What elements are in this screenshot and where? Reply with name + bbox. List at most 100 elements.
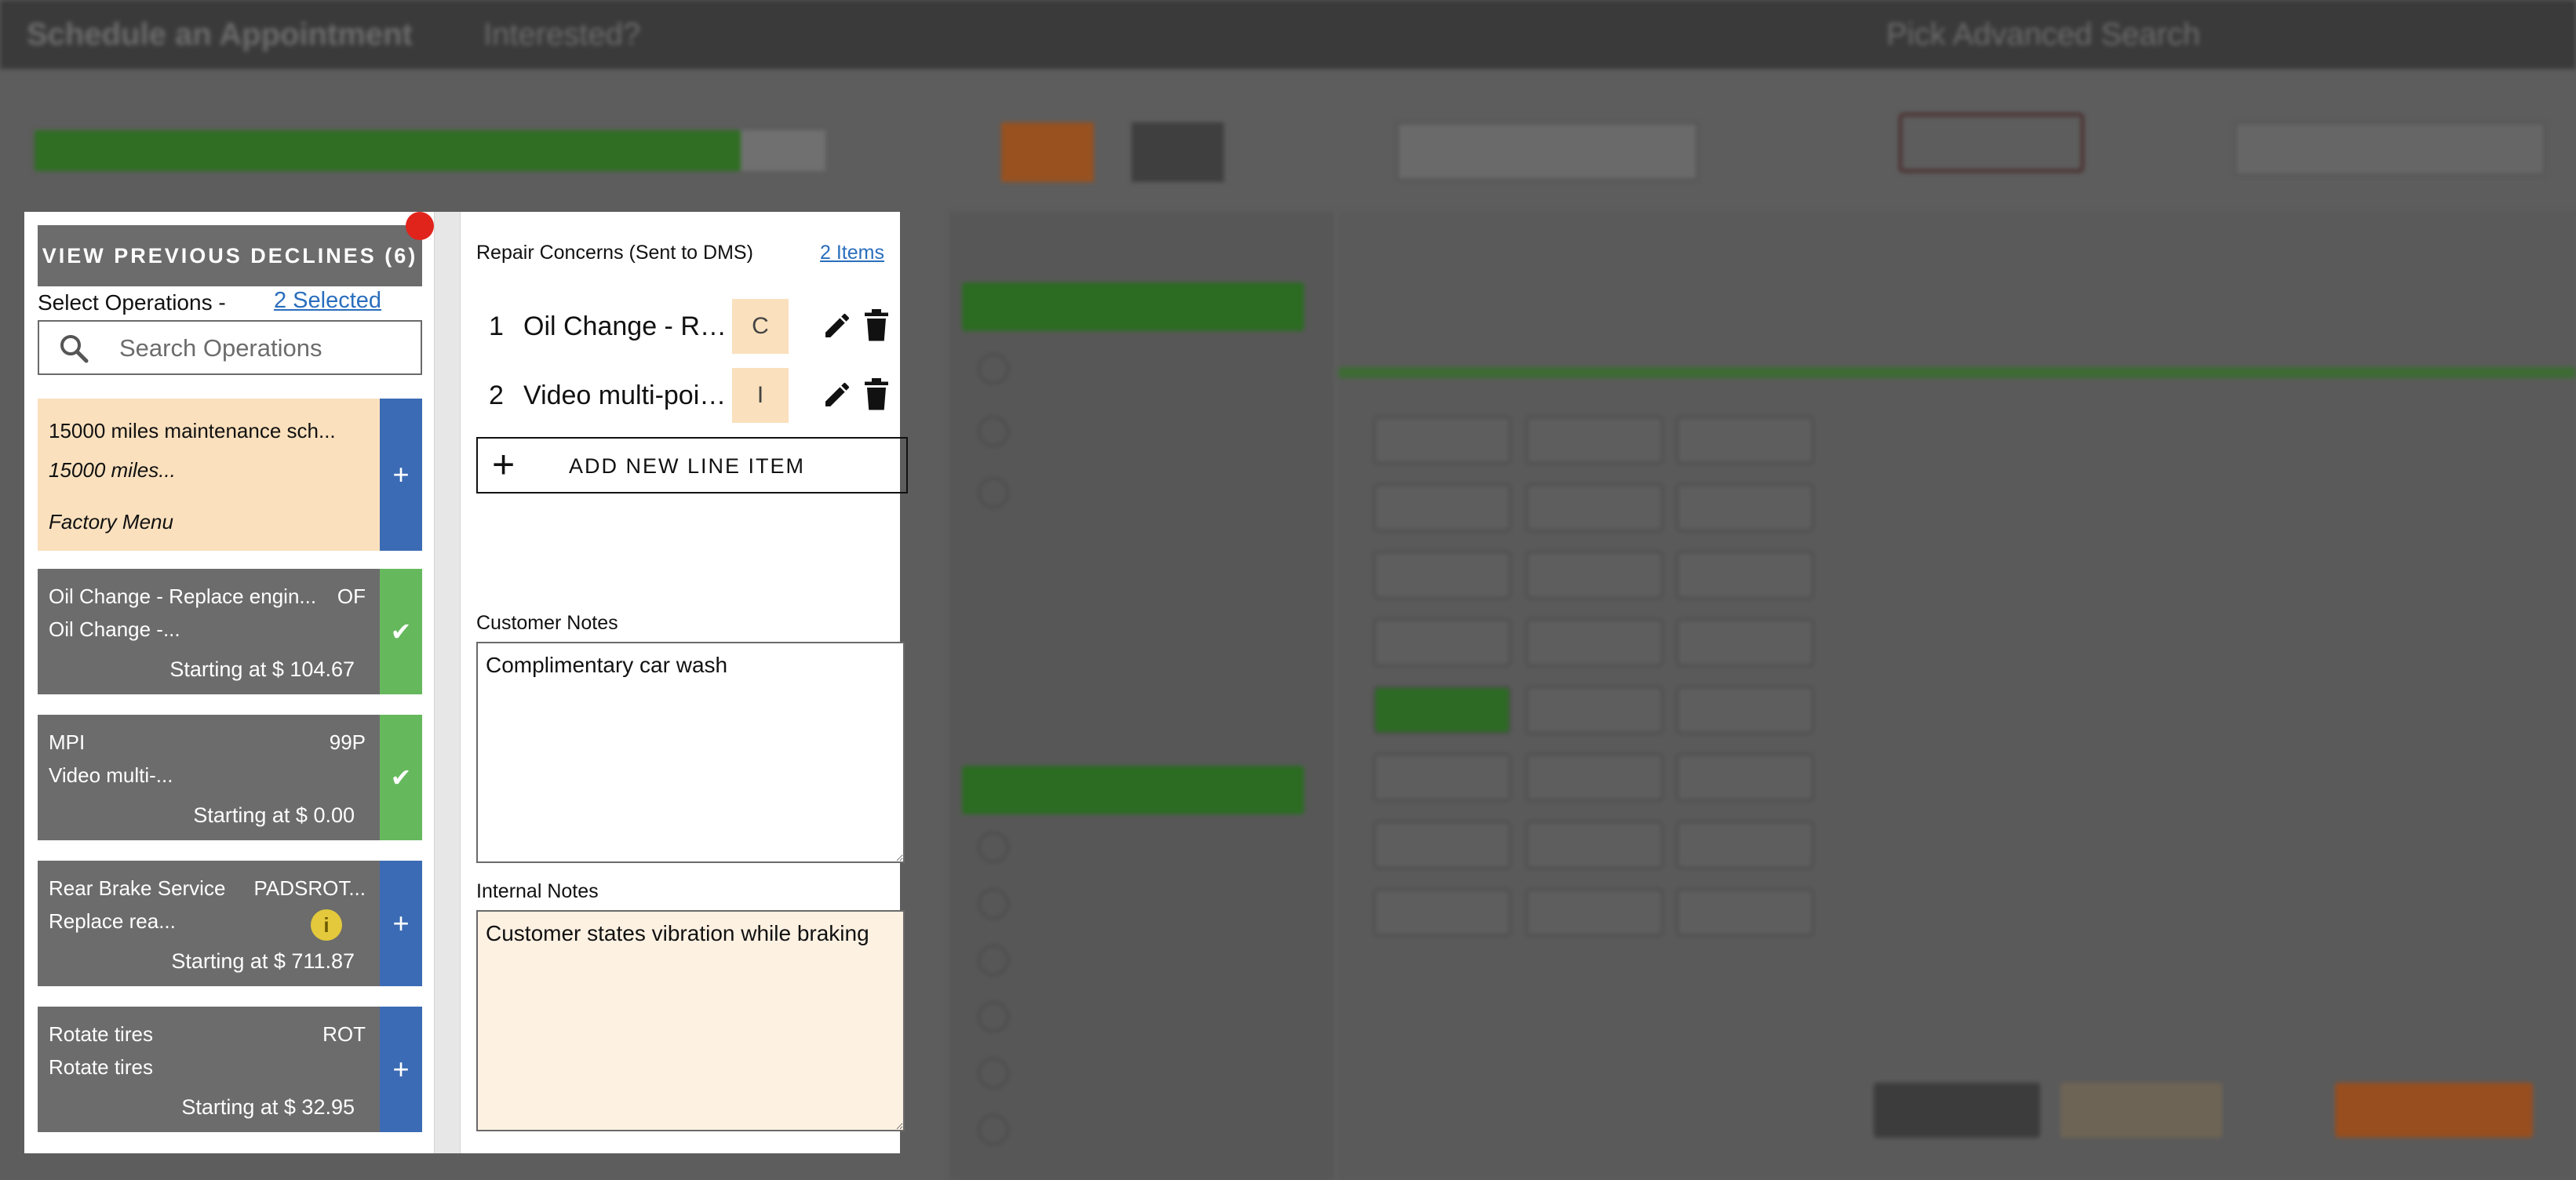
background-slot <box>1525 551 1663 599</box>
operation-title: MPI <box>49 730 86 754</box>
background-outlined-button <box>1899 113 2084 173</box>
search-box <box>38 320 422 375</box>
background-slot <box>1373 618 1511 667</box>
select-operations-label: Select Operations - <box>38 290 226 315</box>
line-description: Oil Change - Replace engine oil <box>523 311 734 341</box>
background-input <box>2235 122 2545 176</box>
operation-code: PADSROT... <box>253 876 366 900</box>
operation-price: Starting at $ 711.87 <box>171 949 355 973</box>
operation-title: Oil Change - Replace engin... <box>49 585 317 608</box>
operation-card[interactable]: MPI 99P Video multi-... Starting at $ 0.… <box>38 715 422 840</box>
operation-price: Starting at $ 32.95 <box>181 1095 355 1119</box>
operation-code: OF <box>337 585 366 608</box>
line-number: 1 <box>489 311 504 341</box>
background-slot <box>1676 821 1814 869</box>
background-selected-option <box>962 766 1304 814</box>
background-slot <box>1525 618 1663 667</box>
background-title: Schedule an Appointment <box>27 17 413 52</box>
background-transport-column <box>949 212 1334 1180</box>
background-select <box>1397 122 1698 180</box>
background-button <box>1874 1083 2040 1138</box>
pencil-icon[interactable] <box>822 310 853 341</box>
background-slot <box>1676 686 1814 734</box>
operations-panel: VIEW PREVIOUS DECLINES (6) Select Operat… <box>24 212 434 1153</box>
add-new-line-item-button[interactable]: + ADD NEW LINE ITEM <box>476 437 908 493</box>
pencil-icon[interactable] <box>822 379 853 410</box>
background-slot <box>1525 753 1663 802</box>
background-radio <box>978 888 1009 920</box>
plus-icon: + <box>492 442 516 486</box>
line-type-badge[interactable]: I <box>732 368 789 423</box>
background-slot <box>1373 416 1511 464</box>
line-description: Video multi-point inspection <box>523 381 734 410</box>
background-slot <box>1373 753 1511 802</box>
background-slot <box>1676 551 1814 599</box>
add-operation-button[interactable]: + <box>380 399 422 551</box>
background-calendar-column <box>1339 212 2576 1180</box>
customer-notes-label: Customer Notes <box>476 612 618 634</box>
background-slot <box>1373 483 1511 532</box>
background-slot <box>1525 888 1663 937</box>
repair-concerns-panel: Repair Concerns (Sent to DMS) 2 Items 1 … <box>461 212 908 1153</box>
background-subtitle: Interested? <box>483 17 641 52</box>
operation-card-body[interactable]: Rear Brake Service PADSROT... Replace re… <box>38 861 380 986</box>
operation-card[interactable]: Rear Brake Service PADSROT... Replace re… <box>38 861 422 986</box>
operation-card-body[interactable]: Oil Change - Replace engin... OF Oil Cha… <box>38 569 380 694</box>
operation-price: Starting at $ 0.00 <box>193 803 355 827</box>
operation-code: 99P <box>329 730 366 754</box>
background-dark-button <box>1131 122 1224 182</box>
operation-card[interactable]: 15000 miles maintenance sch... 15000 mil… <box>38 399 422 551</box>
operation-subtitle: Video multi-... <box>49 763 173 787</box>
operation-source: Factory Menu <box>49 510 173 534</box>
background-slot <box>1676 888 1814 937</box>
operation-card-body[interactable]: MPI 99P Video multi-... Starting at $ 0.… <box>38 715 380 840</box>
background-radio <box>978 1114 1009 1145</box>
operation-subtitle: Rotate tires <box>49 1055 153 1079</box>
add-new-line-item-label: ADD NEW LINE ITEM <box>569 454 806 478</box>
notification-badge <box>406 212 434 240</box>
panel-divider <box>434 212 461 1153</box>
add-operation-button[interactable]: + <box>380 1007 422 1132</box>
operations-modal: VIEW PREVIOUS DECLINES (6) Select Operat… <box>24 212 908 1153</box>
repair-line-item: 1 Oil Change - Replace engine oil C <box>476 299 900 354</box>
operation-title: Rotate tires <box>49 1022 153 1046</box>
operation-title: Rear Brake Service <box>49 876 226 900</box>
trash-icon[interactable] <box>862 377 891 412</box>
background-slot <box>1373 551 1511 599</box>
operation-card[interactable]: Oil Change - Replace engin... OF Oil Cha… <box>38 569 422 694</box>
background-header: Schedule an Appointment Interested? Pick… <box>0 0 2576 69</box>
line-type-badge[interactable]: C <box>732 299 789 354</box>
background-date-strip <box>1339 367 2576 378</box>
search-operations-input[interactable] <box>118 328 411 369</box>
items-count-link[interactable]: 2 Items <box>820 242 884 264</box>
background-radio <box>978 1001 1009 1032</box>
selected-check-button[interactable]: ✔ <box>380 715 422 840</box>
customer-notes-field[interactable]: Complimentary car wash <box>476 642 905 863</box>
background-slot <box>1676 483 1814 532</box>
background-orange-button <box>1001 122 1094 182</box>
trash-icon[interactable] <box>862 308 891 343</box>
operation-card-body[interactable]: 15000 miles maintenance sch... 15000 mil… <box>38 399 380 551</box>
add-operation-button[interactable]: + <box>380 861 422 986</box>
view-previous-declines-button[interactable]: VIEW PREVIOUS DECLINES (6) <box>38 225 422 286</box>
background-slot <box>1525 483 1663 532</box>
operation-card[interactable]: Rotate tires ROT Rotate tires Starting a… <box>38 1007 422 1132</box>
background-slot <box>1525 821 1663 869</box>
line-number: 2 <box>489 381 504 410</box>
operation-subtitle: Replace rea... <box>49 909 176 933</box>
internal-notes-field[interactable]: Customer states vibration while braking <box>476 910 905 1131</box>
selected-count-link[interactable]: 2 Selected <box>274 288 381 314</box>
operation-subtitle: 15000 miles... <box>49 458 176 482</box>
operation-card-body[interactable]: Rotate tires ROT Rotate tires Starting a… <box>38 1007 380 1132</box>
operation-title: 15000 miles maintenance sch... <box>49 419 336 442</box>
background-slot <box>1525 686 1663 734</box>
background-slot <box>1373 821 1511 869</box>
background-radio <box>978 353 1009 384</box>
background-slot <box>1676 753 1814 802</box>
repair-line-item: 2 Video multi-point inspection I <box>476 368 900 423</box>
background-slot <box>1373 888 1511 937</box>
repair-concerns-title: Repair Concerns (Sent to DMS) <box>476 242 753 264</box>
info-icon[interactable]: i <box>311 909 342 941</box>
operation-subtitle: Oil Change -... <box>49 617 180 641</box>
selected-check-button[interactable]: ✔ <box>380 569 422 694</box>
